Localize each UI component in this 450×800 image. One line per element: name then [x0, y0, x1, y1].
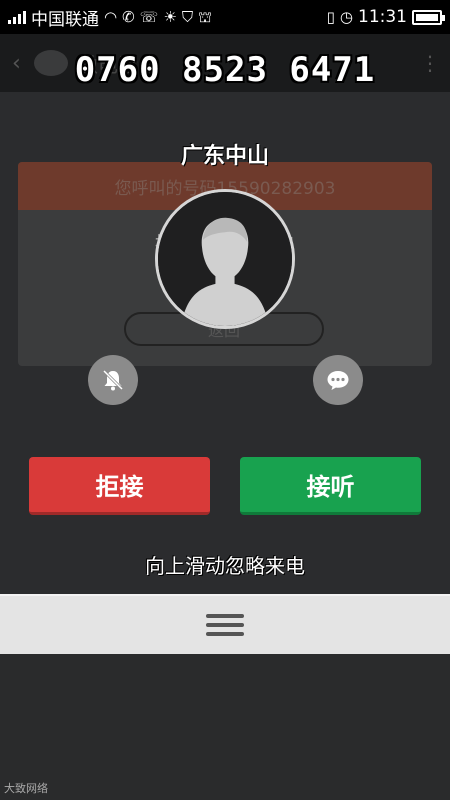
bell-mute-icon [102, 369, 124, 391]
decline-button[interactable]: 拒接 [29, 457, 210, 515]
lock-icon: ⛫ [198, 7, 212, 26]
call-forward-icon: ✆ [122, 7, 135, 26]
swipe-handle[interactable] [0, 594, 450, 654]
caller-number: 0760 8523 6471 [74, 50, 376, 90]
wifi-icon: ◠ [104, 7, 118, 26]
watermark: 大致网络 [4, 780, 48, 796]
menu-icon [206, 614, 244, 636]
swipe-hint: 向上滑动忽略来电 [145, 554, 305, 578]
mute-ringtone-button[interactable] [88, 355, 138, 405]
chat-bubble-icon [327, 371, 349, 390]
watermark-text: 大致网络 [4, 782, 48, 795]
reply-message-button[interactable] [313, 355, 363, 405]
carrier-label: 中国联通 [31, 9, 99, 30]
signal-icon [8, 10, 26, 24]
sun-icon: ☀ [163, 7, 177, 26]
answer-button[interactable]: 接听 [240, 457, 421, 515]
battery-icon [412, 9, 445, 25]
alarm-icon: ◷ [339, 7, 353, 26]
shield-icon: ⛉ [181, 7, 194, 26]
bottom-area [0, 654, 450, 800]
caller-avatar [155, 189, 295, 329]
clock-time: 11:31 [358, 7, 407, 27]
phone-icon: ☏ [139, 7, 159, 26]
person-icon [158, 192, 292, 326]
status-bar: 中国联通 ◠ ✆ ☏ ☀ ⛉ ⛫ ▯ ◷ 11:31 [0, 0, 450, 34]
vibrate-icon: ▯ [326, 7, 335, 26]
caller-location: 广东中山 [180, 144, 269, 169]
